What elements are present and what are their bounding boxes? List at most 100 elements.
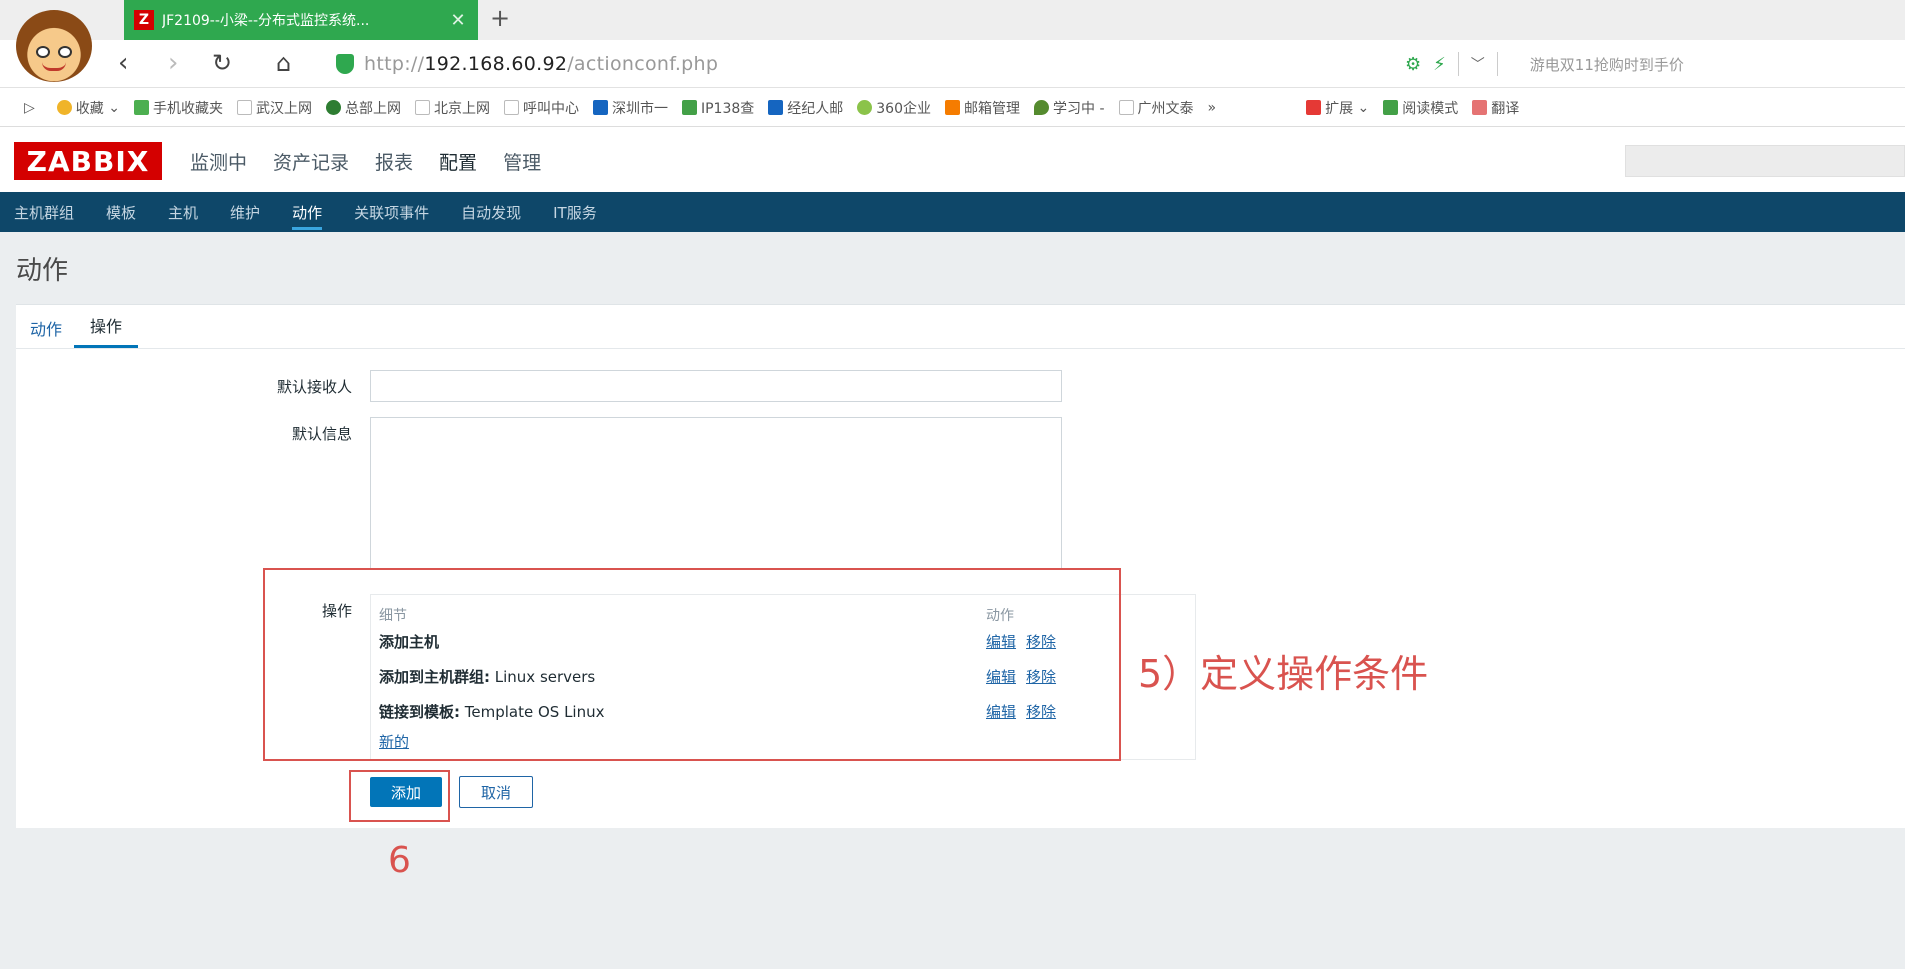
default-message-textarea[interactable] (370, 417, 1062, 569)
forward-arrow-icon[interactable]: › (168, 48, 178, 78)
sub-menu-actions[interactable]: 动作 (292, 202, 323, 230)
bookmark-item[interactable]: 总部上网 (325, 98, 401, 118)
toolbar-divider (1496, 52, 1498, 76)
bookmark-item[interactable]: 北京上网 (414, 98, 490, 118)
url-input[interactable]: http://192.168.60.92/actionconf.php (336, 48, 1466, 80)
bookmark-item[interactable]: 武汉上网 (236, 98, 312, 118)
edit-link[interactable]: 编辑 (986, 633, 1016, 651)
browser-tab-active[interactable]: Z JF2109--小梁--分布式监控系统... ✕ (124, 0, 478, 40)
ops-header-action: 动作 (986, 608, 1014, 624)
bookmark-item[interactable]: 360企业 (857, 98, 931, 118)
browser-tab-bar: Z JF2109--小梁--分布式监控系统... ✕ + (0, 0, 1905, 40)
tab-action[interactable]: 动作 (16, 316, 74, 348)
apps-grid-icon (1306, 100, 1322, 115)
bookmark-label: 收藏 (75, 100, 104, 117)
sub-menu-hosts[interactable]: 主机 (168, 202, 198, 223)
op-detail: Linux servers (490, 668, 596, 686)
new-tab-icon[interactable]: + (490, 4, 510, 32)
avatar-eye-icon (36, 46, 50, 58)
annotation-step6-text: 6 (388, 840, 411, 881)
bookmark-label: 翻译 (1491, 100, 1520, 117)
phone-icon (133, 100, 149, 115)
bookmark-label: 武汉上网 (255, 100, 312, 117)
ops-header-details: 细节 (379, 608, 407, 624)
bookmark-label: IP138查 (700, 100, 755, 117)
browser-address-bar: ‹ › ↻ ⌂ http://192.168.60.92/actionconf.… (0, 40, 1905, 88)
sub-menu-templates[interactable]: 模板 (106, 202, 136, 223)
edit-link[interactable]: 编辑 (986, 668, 1016, 686)
bookmark-item[interactable]: 呼叫中心 (503, 98, 579, 118)
zabbix-logo[interactable]: ZABBIX (14, 142, 162, 180)
mail-icon (768, 100, 784, 115)
sub-menu-discovery[interactable]: 自动发现 (461, 202, 521, 223)
search-suggestion-text[interactable]: 游电双11抢购时到手价 (1530, 54, 1684, 75)
main-menu-inventory[interactable]: 资产记录 (273, 148, 349, 185)
chevron-down-icon[interactable]: ﹀ (1471, 54, 1485, 74)
settings-gear-icon[interactable]: ⚙ (1405, 54, 1421, 75)
mailbox-icon (945, 100, 960, 115)
add-button[interactable]: 添加 (370, 777, 442, 807)
bookmark-item[interactable]: 广州文泰 (1118, 98, 1194, 118)
bookmark-item[interactable]: 学习中 - (1034, 98, 1105, 118)
back-arrow-icon[interactable]: ‹ (118, 48, 128, 78)
new-operation-link[interactable]: 新的 (379, 731, 409, 752)
sub-menu-host-groups[interactable]: 主机群组 (14, 202, 74, 223)
main-menu-monitoring[interactable]: 监测中 (190, 148, 247, 185)
op-detail: Template OS Linux (460, 703, 605, 721)
remove-link[interactable]: 移除 (1026, 633, 1056, 651)
bookmark-label: 北京上网 (433, 100, 490, 117)
operations-table: 细节 动作 添加主机 编辑 移除 添加到主机群组: Linux servers 编… (370, 594, 1196, 760)
op-actions: 编辑 移除 (986, 666, 1066, 687)
bookmark-item[interactable]: 邮箱管理 (945, 98, 1020, 118)
bookmarks-toggle-icon[interactable]: ▷ (24, 100, 35, 116)
star-icon (56, 100, 72, 115)
remove-link[interactable]: 移除 (1026, 703, 1056, 721)
translate-button[interactable]: 翻译 (1472, 98, 1519, 118)
table-row: 链接到模板: Template OS Linux (379, 701, 605, 722)
cancel-button[interactable]: 取消 (459, 776, 533, 808)
main-menu-configuration[interactable]: 配置 (439, 148, 477, 185)
bookmark-item[interactable]: 经纪人邮 (768, 98, 843, 118)
bookmark-item[interactable]: 深圳市一 (592, 98, 668, 118)
bookmark-label: 呼叫中心 (522, 100, 579, 117)
op-title: 添加到主机群组: (379, 668, 490, 686)
table-row: 添加主机 (379, 631, 439, 652)
home-icon[interactable]: ⌂ (276, 48, 291, 78)
url-host: 192.168.60.92 (424, 53, 568, 75)
main-menu-administration[interactable]: 管理 (503, 148, 541, 185)
user-avatar[interactable] (16, 10, 92, 82)
op-actions: 编辑 移除 (986, 631, 1066, 652)
bookmarks-more-button[interactable]: » (1208, 100, 1217, 116)
remove-link[interactable]: 移除 (1026, 668, 1056, 686)
toolbar-divider (1457, 52, 1459, 76)
sub-menu-correlation[interactable]: 关联项事件 (354, 202, 429, 223)
edit-link[interactable]: 编辑 (986, 703, 1016, 721)
tab-divider (16, 348, 1905, 349)
main-menu-reports[interactable]: 报表 (375, 148, 413, 185)
bookmark-label: 深圳市一 (611, 100, 668, 117)
op-actions: 编辑 移除 (986, 701, 1066, 722)
location-pin-icon (1034, 100, 1049, 115)
message-label: 默认信息 (291, 425, 352, 443)
mail-icon (592, 100, 608, 115)
sub-menu: 主机群组 模板 主机 维护 动作 关联项事件 自动发现 IT服务 (0, 192, 1905, 232)
bookmarks-bar: ▷ 收藏 ⌄ 手机收藏夹 武汉上网 总部上网 北京上网 呼叫中心 深圳市一 IP… (0, 89, 1905, 127)
address-bar-tools: ⚙ ⚡ ﹀ 游电双11抢购时到手价 (1405, 52, 1684, 76)
reload-icon[interactable]: ↻ (212, 48, 232, 78)
bookmark-item[interactable]: 收藏 ⌄ (56, 98, 120, 118)
global-search-input[interactable] (1625, 145, 1905, 177)
lightning-icon[interactable]: ⚡ (1433, 54, 1446, 75)
reading-mode-button[interactable]: 阅读模式 (1383, 98, 1458, 118)
bookmark-item[interactable]: 手机收藏夹 (133, 98, 223, 118)
close-tab-icon[interactable]: ✕ (448, 10, 468, 31)
sub-menu-maintenance[interactable]: 维护 (230, 202, 260, 223)
bookmark-label: 手机收藏夹 (152, 100, 223, 117)
default-recipient-input[interactable] (370, 370, 1062, 402)
bookmark-item[interactable]: IP138查 (681, 98, 755, 118)
form-tabs: 动作 操作 (16, 304, 139, 348)
tab-operations[interactable]: 操作 (74, 313, 139, 348)
sub-menu-it-services[interactable]: IT服务 (553, 202, 597, 223)
bookmark-label: 扩展 (1325, 100, 1354, 117)
bookmark-label: 广州文泰 (1137, 100, 1194, 117)
extensions-button[interactable]: 扩展 ⌄ (1306, 98, 1369, 118)
